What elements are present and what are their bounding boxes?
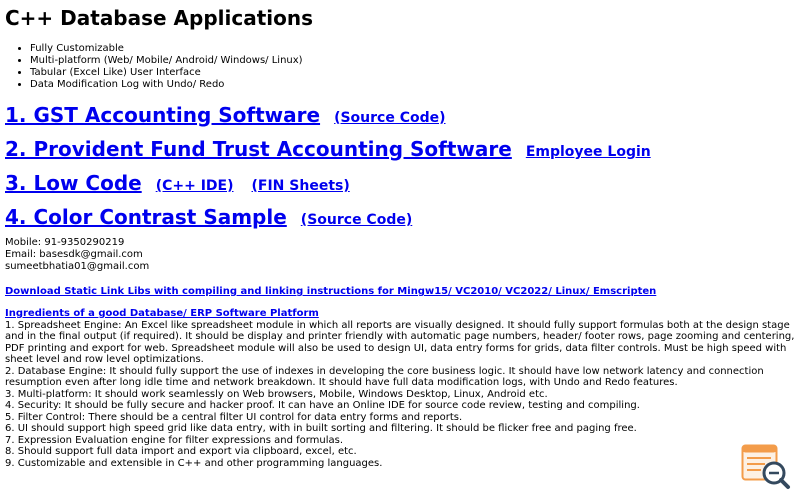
feature-item: Multi-platform (Web/ Mobile/ Android/ Wi… [30,55,795,67]
ingredient-item: 4. Security: It should be fully secure a… [5,400,640,411]
ingredients-title-link[interactable]: Ingredients of a good Database/ ERP Soft… [5,308,795,320]
feature-item: Fully Customizable [30,43,795,55]
mobile-number: Mobile: 91-9350290219 [5,237,125,248]
app-heading-color-contrast: 4. Color Contrast Sample (Source Code) [5,200,795,234]
employee-login-link[interactable]: Employee Login [526,144,651,160]
contact-info: Mobile: 91-9350290219 Email: basesdk@gma… [5,237,795,273]
email-address-secondary: sumeetbhatia01@gmail.com [5,261,150,272]
color-contrast-source-link[interactable]: (Source Code) [301,212,412,228]
gst-source-code-link[interactable]: (Source Code) [334,110,445,126]
gst-accounting-link[interactable]: 1. GST Accounting Software [5,103,320,127]
download-libs-link[interactable]: Download Static Link Libs with compiling… [5,286,795,298]
page-content: C++ Database Applications Fully Customiz… [5,0,795,469]
app-heading-gst: 1. GST Accounting Software (Source Code) [5,98,795,132]
ingredient-item: 9. Customizable and extensible in C++ an… [5,457,383,469]
feature-list: Fully Customizable Multi-platform (Web/ … [5,43,795,91]
cpp-ide-link[interactable]: (C++ IDE) [156,178,234,194]
app-heading-provident-fund: 2. Provident Fund Trust Accounting Softw… [5,132,795,166]
provident-fund-link[interactable]: 2. Provident Fund Trust Accounting Softw… [5,137,512,161]
spreadsheet-magnifier-icon[interactable] [741,444,791,490]
ingredient-item: 5. Filter Control: There should be a cen… [5,411,463,423]
page-title: C++ Database Applications [5,6,314,30]
email-address: Email: basesdk@gmail.com [5,249,143,260]
ingredient-item: 7. Expression Evaluation engine for filt… [5,434,344,446]
ingredient-item: 2. Database Engine: It should fully supp… [5,365,764,389]
logo-sheet-header [742,445,777,453]
feature-item: Tabular (Excel Like) User Interface [30,67,795,79]
feature-item: Data Modification Log with Undo/ Redo [30,79,795,91]
ingredient-item: 3. Multi-platform: It should work seamle… [5,388,548,400]
ingredients-section: Ingredients of a good Database/ ERP Soft… [5,308,795,469]
ingredient-item: 8. Should support full data import and e… [5,446,357,457]
low-code-link[interactable]: 3. Low Code [5,171,142,195]
ingredient-item: 6. UI should support high speed grid lik… [5,423,637,434]
color-contrast-link[interactable]: 4. Color Contrast Sample [5,205,287,229]
app-heading-low-code: 3. Low Code (C++ IDE) (FIN Sheets) [5,166,795,200]
fin-sheets-link[interactable]: (FIN Sheets) [252,178,350,194]
logo-magnifier-handle [779,478,790,489]
ingredient-item: 1. Spreadsheet Engine: An Excel like spr… [5,319,795,366]
